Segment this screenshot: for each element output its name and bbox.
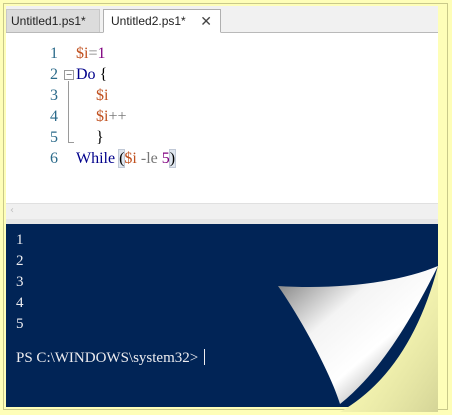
collapse-icon[interactable]: − — [64, 70, 74, 80]
console-output-line: 5 — [16, 316, 24, 332]
console-output-line: 3 — [16, 274, 24, 290]
code-line-2: Do { — [76, 64, 107, 85]
token-variable: $i — [76, 45, 89, 62]
code-line-5: } — [96, 127, 104, 148]
console-prompt-line[interactable]: PS C:\WINDOWS\system32> — [16, 348, 206, 369]
horizontal-scrollbar[interactable]: ‹ — [6, 203, 438, 220]
scroll-left-icon[interactable]: ‹ — [10, 205, 14, 216]
console-output-line: 2 — [16, 253, 24, 269]
token-operator: ++ — [108, 108, 127, 125]
line-number: 3 — [50, 87, 58, 104]
fold-guide-line — [68, 81, 69, 143]
code-line-1: $i=1 — [76, 43, 105, 64]
line-number: 2 — [50, 66, 58, 83]
line-number: 4 — [50, 108, 58, 125]
token-number: 5 — [161, 150, 170, 167]
line-number: 1 — [50, 45, 58, 62]
tab-untitled1[interactable]: Untitled1.ps1* — [6, 9, 100, 32]
tab-untitled2[interactable]: Untitled2.ps1* ✕ — [103, 9, 221, 33]
line-number: 6 — [50, 150, 58, 167]
tab-label: Untitled1.ps1* — [11, 14, 86, 28]
token-operator: -le — [136, 150, 162, 167]
line-number-gutter: 1 2 3 4 5 6 − — [6, 33, 74, 203]
token-keyword: Do — [76, 66, 96, 83]
token-variable: $i — [96, 108, 109, 125]
fold-guide-end — [68, 142, 74, 143]
token-paren-close: ) — [168, 149, 177, 168]
tab-label: Untitled2.ps1* — [111, 14, 186, 28]
token-variable: $i — [96, 87, 109, 104]
script-editor[interactable]: 1 2 3 4 5 6 − $i=1 Do { $i $i++ } While … — [6, 33, 438, 203]
close-icon[interactable]: ✕ — [200, 10, 212, 33]
code-line-4: $i++ — [96, 106, 127, 127]
tab-bar: Untitled1.ps1* Untitled2.ps1* ✕ — [6, 6, 438, 33]
token-variable: $i — [124, 150, 137, 167]
token-brace: { — [95, 66, 108, 83]
console-prompt: PS C:\WINDOWS\system32> — [16, 350, 199, 366]
code-line-3: $i — [96, 85, 108, 106]
token-brace: } — [96, 129, 104, 146]
console-output-line: 1 — [16, 232, 24, 248]
token-number: 1 — [97, 45, 106, 62]
text-cursor — [204, 349, 206, 365]
console-output-line: 4 — [16, 295, 24, 311]
line-number: 5 — [50, 129, 58, 146]
page-curl-decoration — [278, 266, 438, 412]
token-keyword: While — [76, 150, 116, 167]
code-line-6: While ($i -le 5) — [76, 148, 177, 169]
